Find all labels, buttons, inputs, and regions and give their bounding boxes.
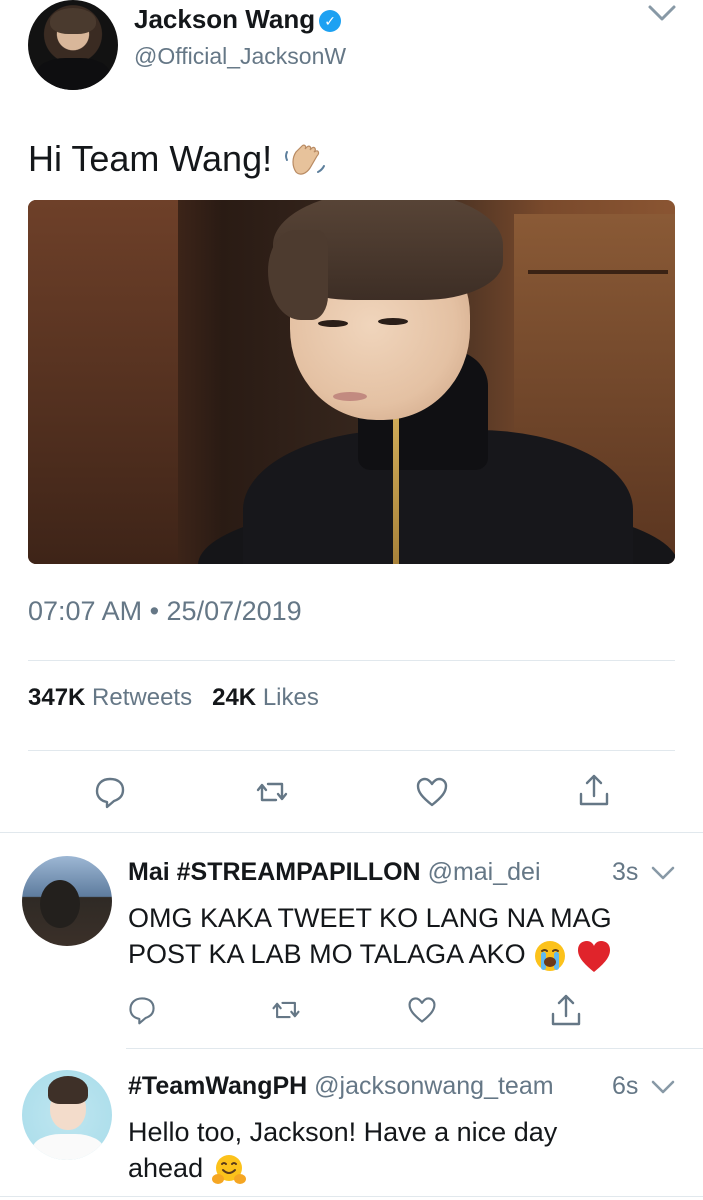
chevron-down-icon[interactable] <box>650 1078 676 1096</box>
author-handle[interactable]: @Official_JacksonW <box>134 43 346 70</box>
tweet-timestamp: 07:07 AM • 25/07/2019 <box>28 596 302 626</box>
like-button[interactable] <box>414 774 450 810</box>
retweet-button[interactable] <box>254 774 290 810</box>
tweet-text-content: Hi Team Wang! <box>28 138 273 179</box>
chevron-down-icon[interactable] <box>650 864 676 882</box>
reply-text-line: Hello too, Jackson! Have a nice day <box>128 1117 558 1147</box>
tweet-stats: 347K Retweets 24K Likes <box>28 684 319 712</box>
reply-author-name: #TeamWangPH <box>128 1072 308 1100</box>
chevron-down-icon[interactable] <box>646 2 678 24</box>
divider <box>0 832 703 833</box>
reply-avatar[interactable] <box>22 1070 112 1160</box>
red-heart-icon <box>577 940 610 972</box>
author-name[interactable]: Jackson Wang ✓ <box>134 4 342 35</box>
divider <box>28 750 675 751</box>
reply-button[interactable] <box>126 994 158 1026</box>
reply-author-name: Mai #STREAMPAPILLON <box>128 858 421 886</box>
divider <box>126 1048 703 1049</box>
author-name-text: Jackson Wang <box>134 4 316 34</box>
reply-author-handle: @mai_dei <box>427 858 541 886</box>
tweet-text: Hi Team Wang! <box>28 138 328 184</box>
reply-button[interactable] <box>92 774 128 810</box>
retweets-count[interactable]: 347K <box>28 684 85 711</box>
verified-badge-icon: ✓ <box>319 10 342 32</box>
hugging-face-icon <box>211 1154 246 1184</box>
reply-icon <box>95 777 125 809</box>
tweet-photo[interactable] <box>28 200 675 564</box>
retweets-label[interactable]: Retweets <box>92 684 192 711</box>
likes-count[interactable]: 24K <box>212 684 256 711</box>
loudly-crying-face-icon <box>535 940 566 971</box>
waving-hand-icon <box>285 145 326 176</box>
reply-author[interactable]: Mai #STREAMPAPILLON @mai_dei <box>128 858 541 887</box>
heart-icon <box>416 777 448 807</box>
reply-author[interactable]: #TeamWangPH @jacksonwang_team <box>128 1072 554 1101</box>
share-button[interactable] <box>548 992 584 1028</box>
reply-text-content: POST KA LAB MO TALAGA AKO <box>128 939 526 969</box>
reply-icon <box>129 997 155 1025</box>
retweet-button[interactable] <box>270 994 302 1026</box>
share-button[interactable] <box>576 772 612 808</box>
author-avatar[interactable] <box>28 0 118 90</box>
reply-text-content: ahead <box>128 1153 204 1183</box>
share-icon <box>579 774 609 806</box>
reply-time: 6s <box>612 1072 639 1100</box>
heart-icon <box>408 997 436 1023</box>
reply-text-line: OMG KAKA TWEET KO LANG NA MAG <box>128 903 612 933</box>
reply-avatar[interactable] <box>22 856 112 946</box>
divider <box>0 1196 703 1197</box>
reply-text-line-2: ahead <box>128 1150 688 1187</box>
like-button[interactable] <box>406 994 438 1026</box>
reply-text-line-2: POST KA LAB MO TALAGA AKO <box>128 936 688 974</box>
divider <box>28 660 675 661</box>
reply-time: 3s <box>612 858 639 886</box>
reply-author-handle: @jacksonwang_team <box>314 1072 554 1100</box>
likes-label[interactable]: Likes <box>263 684 319 711</box>
reply-text: OMG KAKA TWEET KO LANG NA MAG POST KA LA… <box>128 900 688 974</box>
reply-text: Hello too, Jackson! Have a nice day ahea… <box>128 1114 688 1187</box>
retweet-icon <box>272 1001 300 1019</box>
retweet-icon <box>256 782 288 802</box>
share-icon <box>551 994 581 1026</box>
